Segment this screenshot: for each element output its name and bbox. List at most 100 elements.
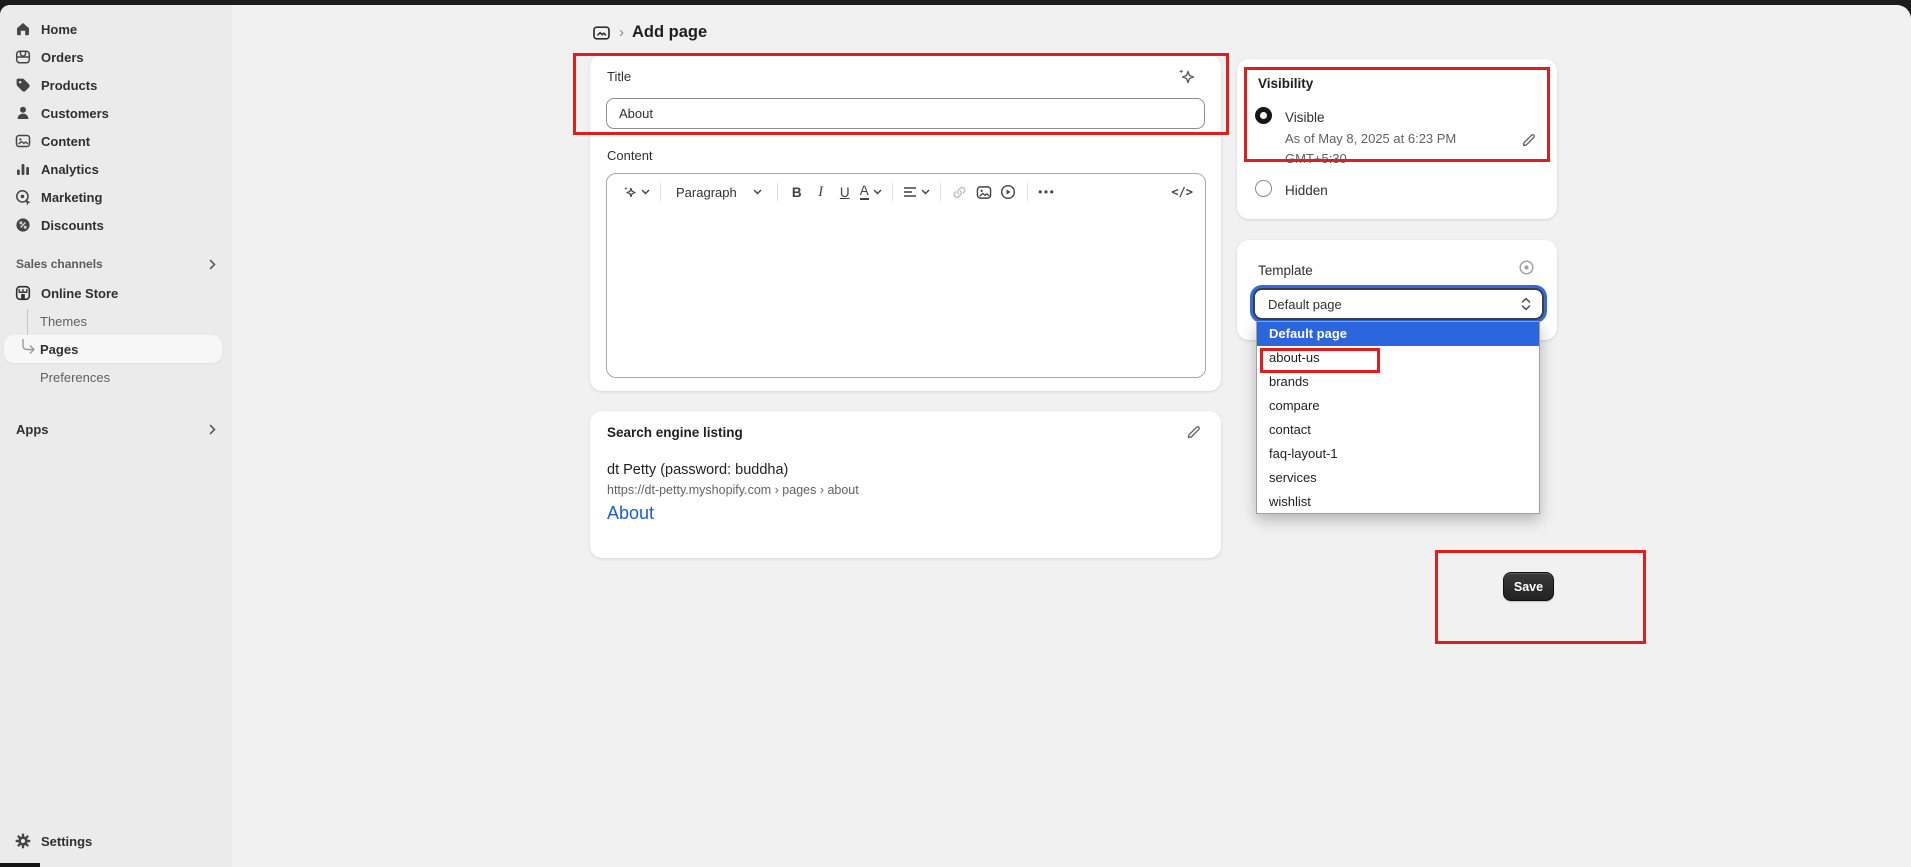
toolbar-divider	[1027, 183, 1028, 201]
apps-header[interactable]: Apps	[16, 417, 218, 441]
select-updown-icon	[1520, 296, 1532, 312]
sidebar-item-orders[interactable]: Orders	[4, 43, 222, 71]
sidebar-item-settings[interactable]: Settings	[4, 827, 222, 855]
seo-url-line: https://dt-petty.myshopify.com › pages ›…	[607, 483, 859, 497]
editor-toolbar: Paragraph B I U A	[607, 174, 1205, 210]
title-input[interactable]	[606, 98, 1205, 129]
sidebar-item-home[interactable]: Home	[4, 15, 222, 43]
hidden-radio[interactable]	[1255, 180, 1272, 197]
content-icon	[14, 132, 32, 150]
sidebar-item-discounts[interactable]: Discounts	[4, 211, 222, 239]
sales-channels-header[interactable]: Sales channels	[16, 252, 218, 276]
bottom-scroll-indicator	[0, 863, 40, 867]
content-label: Content	[607, 148, 653, 163]
chevron-down-icon	[641, 189, 650, 195]
chevron-down-icon	[921, 189, 930, 195]
sidebar-item-marketing[interactable]: Marketing	[4, 183, 222, 211]
sidebar: Home Orders Products Customers Content	[0, 5, 232, 867]
template-dropdown: Default page about-us brands compare con…	[1256, 321, 1540, 514]
sidebar-item-content[interactable]: Content	[4, 127, 222, 155]
template-option-default-page[interactable]: Default page	[1257, 322, 1539, 346]
title-label: Title	[607, 69, 631, 84]
customers-icon	[14, 104, 32, 122]
toolbar-divider	[777, 183, 778, 201]
hidden-label: Hidden	[1285, 183, 1328, 198]
code-view-button[interactable]: </>	[1171, 185, 1193, 199]
template-option-services[interactable]: services	[1257, 465, 1539, 489]
template-label: Template	[1258, 263, 1313, 278]
insert-image-button[interactable]	[972, 179, 996, 205]
toolbar-divider	[892, 183, 893, 201]
sidebar-item-label: Customers	[41, 106, 109, 121]
sidebar-item-label: Settings	[41, 834, 92, 849]
sidebar-item-themes[interactable]: Themes	[4, 307, 222, 335]
template-option-compare[interactable]: compare	[1257, 394, 1539, 418]
gear-icon	[14, 832, 32, 850]
seo-card-title: Search engine listing	[607, 425, 743, 440]
visible-note-line2: GMT+5:30	[1285, 151, 1347, 166]
underline-button[interactable]: U	[833, 179, 857, 205]
more-options-button[interactable]: •••	[1035, 179, 1059, 205]
sidebar-item-label: Products	[41, 78, 97, 93]
template-option-contact[interactable]: contact	[1257, 418, 1539, 442]
text-color-button[interactable]: A	[857, 179, 885, 205]
link-icon[interactable]	[948, 179, 972, 205]
sidebar-item-online-store[interactable]: Online Store	[4, 279, 222, 307]
edit-seo-pencil-icon[interactable]	[1186, 424, 1202, 440]
editor-body[interactable]	[607, 210, 1205, 377]
home-icon	[14, 20, 32, 38]
sidebar-item-preferences[interactable]: Preferences	[4, 363, 222, 391]
chevron-right-icon	[207, 424, 218, 435]
insert-video-button[interactable]	[996, 179, 1020, 205]
visible-note-line1: As of May 8, 2025 at 6:23 PM	[1285, 131, 1456, 146]
marketing-icon	[14, 188, 32, 206]
products-icon	[14, 76, 32, 94]
template-option-brands[interactable]: brands	[1257, 370, 1539, 394]
sidebar-item-pages[interactable]: Pages	[4, 335, 222, 363]
online-store-icon	[14, 284, 32, 302]
seo-site-line: dt Petty (password: buddha)	[607, 462, 788, 478]
toolbar-divider	[940, 183, 941, 201]
app-frame: Home Orders Products Customers Content	[0, 5, 1911, 867]
chevron-right-icon	[207, 259, 218, 270]
breadcrumb-separator: ›	[619, 25, 624, 40]
sidebar-item-analytics[interactable]: Analytics	[4, 155, 222, 183]
seo-page-link[interactable]: About	[607, 503, 654, 524]
sidebar-item-customers[interactable]: Customers	[4, 99, 222, 127]
save-button[interactable]: Save	[1503, 572, 1554, 601]
italic-button[interactable]: I	[809, 179, 833, 205]
visibility-title: Visibility	[1258, 76, 1313, 91]
discounts-icon	[14, 216, 32, 234]
analytics-icon	[14, 160, 32, 178]
alignment-button[interactable]	[900, 179, 933, 205]
page-title: Add page	[632, 23, 707, 42]
template-select[interactable]: Default page	[1253, 288, 1544, 320]
template-option-faq-layout-1[interactable]: faq-layout-1	[1257, 441, 1539, 465]
pages-icon[interactable]	[592, 24, 611, 42]
sidebar-item-products[interactable]: Products	[4, 71, 222, 99]
sales-channels-label: Sales channels	[16, 257, 103, 271]
sidebar-item-label: Content	[41, 134, 90, 149]
template-option-about-us[interactable]: about-us	[1257, 346, 1539, 370]
sidebar-item-label: Home	[41, 22, 77, 37]
ai-sparkle-icon[interactable]	[1176, 67, 1196, 87]
toolbar-divider	[660, 183, 661, 201]
sidebar-item-label: Analytics	[41, 162, 99, 177]
chevron-down-icon	[873, 189, 882, 195]
visible-radio[interactable]	[1255, 107, 1272, 124]
sidebar-item-label: Themes	[40, 314, 87, 329]
sidebar-item-label: Discounts	[41, 218, 104, 233]
template-selected-value: Default page	[1268, 297, 1342, 312]
paragraph-style-dropdown[interactable]: Paragraph	[668, 179, 770, 205]
breadcrumb: › Add page	[592, 23, 707, 42]
ai-magic-button[interactable]	[619, 179, 653, 205]
elbow-arrow-icon	[21, 339, 36, 355]
edit-visibility-pencil-icon[interactable]	[1521, 132, 1537, 148]
sidebar-item-label: Pages	[40, 342, 78, 357]
template-option-wishlist[interactable]: wishlist	[1257, 489, 1539, 513]
apps-label: Apps	[16, 422, 49, 437]
rich-text-editor: Paragraph B I U A	[606, 173, 1206, 378]
sidebar-item-label: Orders	[41, 50, 84, 65]
bold-button[interactable]: B	[785, 179, 809, 205]
theme-preview-eye-icon[interactable]	[1518, 259, 1535, 276]
